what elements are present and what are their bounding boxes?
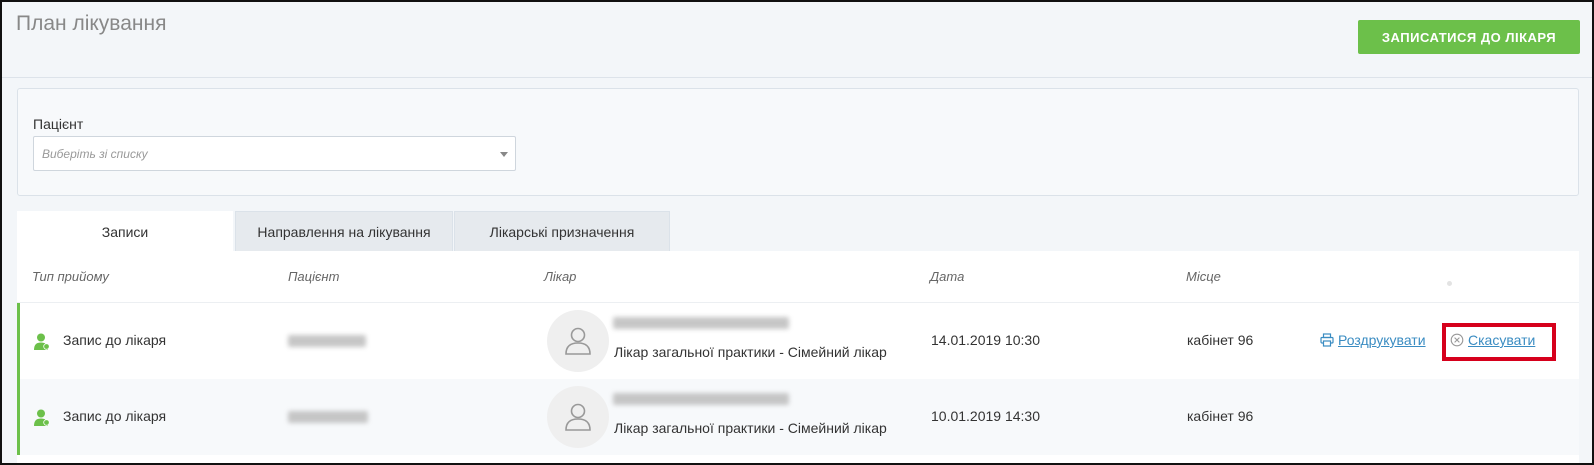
doctor-name-redacted — [613, 317, 789, 329]
user-outline-icon — [565, 327, 591, 355]
doctor-name-redacted — [613, 393, 789, 405]
app-window: План лікування ЗАПИСАТИСЯ ДО ЛІКАРЯ Паці… — [0, 0, 1594, 465]
doctor-avatar — [547, 310, 609, 372]
patient-name-redacted — [288, 335, 366, 347]
appointment-date: 14.01.2019 10:30 — [931, 332, 1040, 348]
appointment-place: кабінет 96 — [1187, 332, 1254, 348]
doctor-avatar — [547, 386, 609, 448]
book-doctor-button[interactable]: ЗАПИСАТИСЯ ДО ЛІКАРЯ — [1358, 20, 1580, 54]
tab-prescriptions[interactable]: Лікарські призначення — [454, 211, 670, 251]
cancel-highlight-box — [1442, 323, 1556, 361]
tab-appointments[interactable]: Записи — [17, 211, 233, 251]
table-row: Запис до лікаря Лікар загальної практики… — [17, 303, 1579, 379]
patient-name-redacted — [288, 411, 368, 423]
column-header-place: Місце — [1186, 269, 1221, 284]
patient-filter-panel: Пацієнт Виберіть зі списку — [17, 88, 1579, 196]
appointments-table: Тип прийому Пацієнт Лікар Дата Місце Зап… — [17, 251, 1579, 463]
table-header: Тип прийому Пацієнт Лікар Дата Місце — [17, 251, 1579, 303]
column-header-date: Дата — [930, 269, 965, 284]
patient-filter-label: Пацієнт — [33, 116, 84, 132]
table-row: Запис до лікаря Лікар загальної практики… — [17, 379, 1579, 455]
print-link-label: Роздрукувати — [1338, 332, 1426, 348]
doctor-role: Лікар загальної практики - Сімейний ліка… — [614, 344, 887, 360]
patient-select-placeholder: Виберіть зі списку — [42, 147, 148, 161]
appointment-type: Запис до лікаря — [63, 408, 167, 424]
user-appointment-icon — [34, 333, 50, 350]
column-header-doctor: Лікар — [544, 269, 577, 284]
appointment-place: кабінет 96 — [1187, 408, 1254, 424]
user-outline-icon — [565, 403, 591, 431]
column-header-patient: Пацієнт — [288, 269, 340, 284]
appointment-date: 10.01.2019 14:30 — [931, 408, 1040, 424]
page-title: План лікування — [16, 12, 167, 35]
doctor-role: Лікар загальної практики - Сімейний ліка… — [614, 420, 887, 436]
patient-select[interactable]: Виберіть зі списку — [33, 136, 516, 171]
page-header: План лікування ЗАПИСАТИСЯ ДО ЛІКАРЯ — [2, 2, 1592, 78]
printer-icon — [1320, 333, 1334, 347]
appointment-type: Запис до лікаря — [63, 332, 167, 348]
column-header-type: Тип прийому — [32, 269, 109, 284]
caret-down-icon — [500, 152, 508, 157]
tab-referrals[interactable]: Направлення на лікування — [235, 211, 453, 251]
column-header-actions-dot — [1447, 281, 1452, 286]
user-appointment-icon — [34, 409, 50, 426]
print-link[interactable]: Роздрукувати — [1320, 332, 1426, 348]
